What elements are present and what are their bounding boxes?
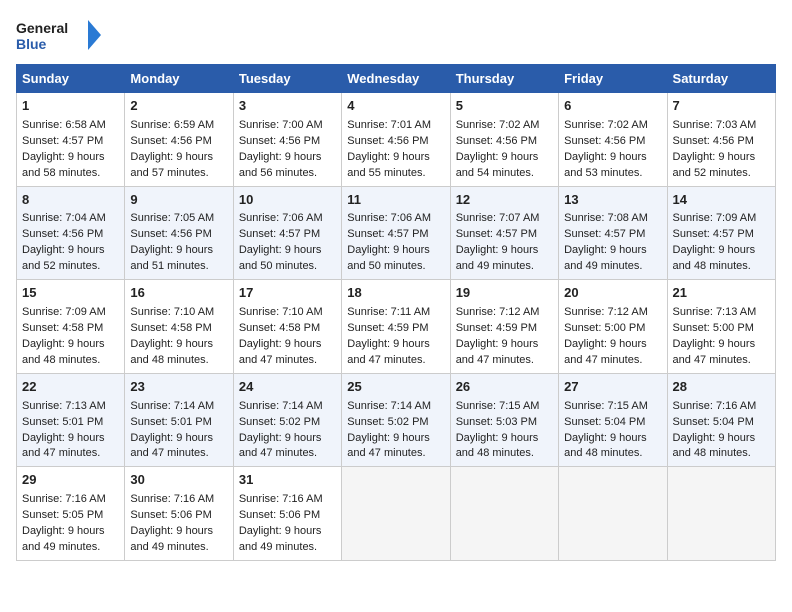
calendar-cell: 3Sunrise: 7:00 AMSunset: 4:56 PMDaylight… — [233, 93, 341, 187]
day-number: 19 — [456, 284, 553, 303]
calendar-cell — [667, 467, 775, 561]
calendar-cell: 17Sunrise: 7:10 AMSunset: 4:58 PMDayligh… — [233, 280, 341, 374]
day-number: 15 — [22, 284, 119, 303]
calendar-cell: 21Sunrise: 7:13 AMSunset: 5:00 PMDayligh… — [667, 280, 775, 374]
calendar-cell: 8Sunrise: 7:04 AMSunset: 4:56 PMDaylight… — [17, 186, 125, 280]
calendar-cell: 19Sunrise: 7:12 AMSunset: 4:59 PMDayligh… — [450, 280, 558, 374]
day-number: 6 — [564, 97, 661, 116]
calendar-cell: 1Sunrise: 6:58 AMSunset: 4:57 PMDaylight… — [17, 93, 125, 187]
calendar-week: 1Sunrise: 6:58 AMSunset: 4:57 PMDaylight… — [17, 93, 776, 187]
day-number: 5 — [456, 97, 553, 116]
logo: General Blue — [16, 16, 106, 56]
day-number: 16 — [130, 284, 227, 303]
day-number: 31 — [239, 471, 336, 490]
calendar-cell: 24Sunrise: 7:14 AMSunset: 5:02 PMDayligh… — [233, 373, 341, 467]
day-number: 18 — [347, 284, 444, 303]
day-number: 23 — [130, 378, 227, 397]
page-header: General Blue — [16, 16, 776, 56]
day-number: 24 — [239, 378, 336, 397]
day-header: Tuesday — [233, 65, 341, 93]
calendar-week: 8Sunrise: 7:04 AMSunset: 4:56 PMDaylight… — [17, 186, 776, 280]
calendar-week: 22Sunrise: 7:13 AMSunset: 5:01 PMDayligh… — [17, 373, 776, 467]
day-number: 4 — [347, 97, 444, 116]
day-number: 25 — [347, 378, 444, 397]
day-number: 28 — [673, 378, 770, 397]
calendar-cell: 22Sunrise: 7:13 AMSunset: 5:01 PMDayligh… — [17, 373, 125, 467]
day-number: 11 — [347, 191, 444, 210]
svg-text:General: General — [16, 20, 68, 36]
day-header: Friday — [559, 65, 667, 93]
calendar-cell: 27Sunrise: 7:15 AMSunset: 5:04 PMDayligh… — [559, 373, 667, 467]
calendar-cell: 20Sunrise: 7:12 AMSunset: 5:00 PMDayligh… — [559, 280, 667, 374]
day-number: 21 — [673, 284, 770, 303]
calendar-cell: 12Sunrise: 7:07 AMSunset: 4:57 PMDayligh… — [450, 186, 558, 280]
calendar-week: 15Sunrise: 7:09 AMSunset: 4:58 PMDayligh… — [17, 280, 776, 374]
calendar-cell: 26Sunrise: 7:15 AMSunset: 5:03 PMDayligh… — [450, 373, 558, 467]
calendar-cell: 2Sunrise: 6:59 AMSunset: 4:56 PMDaylight… — [125, 93, 233, 187]
calendar-cell: 18Sunrise: 7:11 AMSunset: 4:59 PMDayligh… — [342, 280, 450, 374]
calendar-cell: 4Sunrise: 7:01 AMSunset: 4:56 PMDaylight… — [342, 93, 450, 187]
day-header: Monday — [125, 65, 233, 93]
day-number: 17 — [239, 284, 336, 303]
day-number: 13 — [564, 191, 661, 210]
day-number: 27 — [564, 378, 661, 397]
calendar-cell: 5Sunrise: 7:02 AMSunset: 4:56 PMDaylight… — [450, 93, 558, 187]
calendar-table: SundayMondayTuesdayWednesdayThursdayFrid… — [16, 64, 776, 561]
calendar-cell: 25Sunrise: 7:14 AMSunset: 5:02 PMDayligh… — [342, 373, 450, 467]
day-number: 9 — [130, 191, 227, 210]
calendar-cell: 29Sunrise: 7:16 AMSunset: 5:05 PMDayligh… — [17, 467, 125, 561]
calendar-cell: 6Sunrise: 7:02 AMSunset: 4:56 PMDaylight… — [559, 93, 667, 187]
day-number: 30 — [130, 471, 227, 490]
day-number: 20 — [564, 284, 661, 303]
calendar-cell — [342, 467, 450, 561]
calendar-cell: 30Sunrise: 7:16 AMSunset: 5:06 PMDayligh… — [125, 467, 233, 561]
day-number: 29 — [22, 471, 119, 490]
calendar-cell: 7Sunrise: 7:03 AMSunset: 4:56 PMDaylight… — [667, 93, 775, 187]
svg-text:Blue: Blue — [16, 36, 47, 52]
calendar-cell: 9Sunrise: 7:05 AMSunset: 4:56 PMDaylight… — [125, 186, 233, 280]
calendar-cell: 11Sunrise: 7:06 AMSunset: 4:57 PMDayligh… — [342, 186, 450, 280]
calendar-cell: 14Sunrise: 7:09 AMSunset: 4:57 PMDayligh… — [667, 186, 775, 280]
day-number: 1 — [22, 97, 119, 116]
day-number: 12 — [456, 191, 553, 210]
day-number: 26 — [456, 378, 553, 397]
day-number: 14 — [673, 191, 770, 210]
calendar-cell: 15Sunrise: 7:09 AMSunset: 4:58 PMDayligh… — [17, 280, 125, 374]
calendar-cell: 16Sunrise: 7:10 AMSunset: 4:58 PMDayligh… — [125, 280, 233, 374]
calendar-cell: 31Sunrise: 7:16 AMSunset: 5:06 PMDayligh… — [233, 467, 341, 561]
calendar-cell: 28Sunrise: 7:16 AMSunset: 5:04 PMDayligh… — [667, 373, 775, 467]
calendar-cell: 10Sunrise: 7:06 AMSunset: 4:57 PMDayligh… — [233, 186, 341, 280]
calendar-cell: 23Sunrise: 7:14 AMSunset: 5:01 PMDayligh… — [125, 373, 233, 467]
day-number: 3 — [239, 97, 336, 116]
day-header: Saturday — [667, 65, 775, 93]
day-number: 2 — [130, 97, 227, 116]
header-row: SundayMondayTuesdayWednesdayThursdayFrid… — [17, 65, 776, 93]
calendar-cell: 13Sunrise: 7:08 AMSunset: 4:57 PMDayligh… — [559, 186, 667, 280]
calendar-week: 29Sunrise: 7:16 AMSunset: 5:05 PMDayligh… — [17, 467, 776, 561]
day-header: Sunday — [17, 65, 125, 93]
calendar-cell — [559, 467, 667, 561]
day-number: 10 — [239, 191, 336, 210]
day-header: Wednesday — [342, 65, 450, 93]
day-number: 22 — [22, 378, 119, 397]
generalblue-logo: General Blue — [16, 16, 106, 56]
day-number: 7 — [673, 97, 770, 116]
calendar-cell — [450, 467, 558, 561]
day-number: 8 — [22, 191, 119, 210]
day-header: Thursday — [450, 65, 558, 93]
